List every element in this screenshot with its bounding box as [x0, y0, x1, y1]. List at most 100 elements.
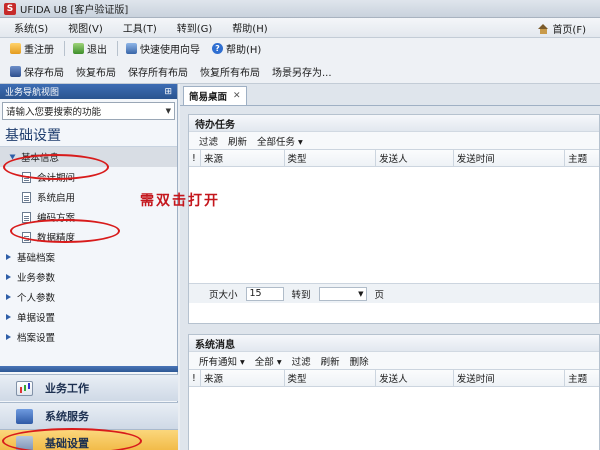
column-header-subject[interactable]: 主题: [565, 150, 599, 166]
page-size-label: 页大小: [209, 289, 238, 301]
column-header-priority[interactable]: !: [189, 150, 201, 166]
menu-system[interactable]: 系统(S): [14, 20, 48, 35]
collapse-arrow-icon[interactable]: [6, 314, 11, 320]
close-icon[interactable]: ✕: [233, 91, 241, 101]
document-icon: [22, 231, 31, 243]
save-all-layouts-button[interactable]: 保存所有布局: [126, 62, 190, 81]
tree-group-personal-params[interactable]: 个人参数: [0, 287, 177, 307]
business-work-button[interactable]: 业务工作: [0, 374, 178, 401]
tree-item-coding-scheme[interactable]: 编码方案: [0, 207, 177, 227]
business-nav-panel: 业务导航视图 ⊞ 请输入您要搜索的功能 ▼ 基础设置 基本信息 会计期间 系统启…: [0, 84, 178, 450]
settings-icon: [16, 435, 33, 450]
restore-all-layouts-button[interactable]: 恢复所有布局: [198, 62, 262, 81]
all-notices-dropdown[interactable]: 所有通知 ▾: [199, 354, 245, 368]
column-header-type[interactable]: 类型: [285, 150, 377, 166]
restore-all-layouts-label: 恢复所有布局: [200, 67, 260, 79]
tree-group-business-params[interactable]: 业务参数: [0, 267, 177, 287]
column-header-sender[interactable]: 发送人: [376, 150, 454, 166]
tree-label: 单据设置: [17, 313, 56, 324]
column-header-send-time[interactable]: 发送时间: [454, 150, 566, 166]
delete-button[interactable]: 删除: [350, 354, 369, 368]
todo-toolbar: 过滤 刷新 全部任务 ▾: [189, 132, 599, 149]
todo-pager: 页大小 15 转到 ▼ 页: [189, 283, 599, 303]
tree-group-document-settings[interactable]: 单据设置: [0, 307, 177, 327]
function-search-input[interactable]: 请输入您要搜索的功能 ▼: [2, 102, 175, 120]
collapse-arrow-icon[interactable]: [6, 334, 11, 340]
menu-tools[interactable]: 工具(T): [123, 20, 157, 35]
column-header-send-time[interactable]: 发送时间: [454, 370, 566, 386]
tree-item-basic-info[interactable]: 基本信息: [0, 147, 177, 167]
column-header-priority[interactable]: !: [189, 370, 201, 386]
tree-label: 档案设置: [17, 333, 56, 344]
filter-button[interactable]: 过滤: [199, 134, 218, 148]
tree-label: 个人参数: [17, 293, 56, 304]
tree-label: 数据精度: [37, 233, 76, 244]
expand-arrow-icon[interactable]: [9, 154, 16, 160]
main-workspace: 简易桌面 ✕ 待办任务 过滤 刷新 全部任务 ▾ ! 来源 类型 发送人 发送时…: [180, 84, 600, 450]
nav-button-label: 系统服务: [45, 410, 89, 423]
app-logo-icon: S: [4, 2, 16, 15]
restore-layout-label: 恢复布局: [76, 67, 116, 79]
toolbar-separator: [117, 41, 118, 56]
tree-group-basic-archives[interactable]: 基础档案: [0, 247, 177, 267]
guide-icon: [126, 43, 137, 54]
tab-strip: 简易桌面 ✕: [180, 84, 600, 106]
nav-button-label: 基础设置: [45, 437, 89, 450]
tree-item-accounting-period[interactable]: 会计期间: [0, 167, 177, 187]
help-button[interactable]: ? 帮助(H): [210, 39, 263, 58]
exit-button[interactable]: 退出: [71, 39, 109, 58]
all-dropdown[interactable]: 全部 ▾: [255, 354, 282, 368]
messages-grid-body: [189, 387, 599, 447]
tree-item-data-precision[interactable]: 数据精度: [0, 227, 177, 247]
column-header-type[interactable]: 类型: [285, 370, 377, 386]
save-layout-button[interactable]: 保存布局: [8, 62, 66, 81]
tab-simple-desktop[interactable]: 简易桌面 ✕: [183, 86, 247, 105]
tree-group-archive-settings[interactable]: 档案设置: [0, 327, 177, 347]
document-icon: [22, 191, 31, 203]
window-title: UFIDA U8 [客户验证版]: [20, 5, 129, 16]
nav-section-title: 基础设置: [0, 123, 177, 147]
all-tasks-dropdown[interactable]: 全部任务 ▾: [257, 134, 303, 148]
todo-tasks-title: 待办任务: [189, 115, 599, 132]
restore-layout-button[interactable]: 恢复布局: [74, 62, 118, 81]
column-header-source[interactable]: 来源: [201, 370, 285, 386]
system-service-button[interactable]: 系统服务: [0, 402, 178, 429]
column-header-sender[interactable]: 发送人: [376, 370, 454, 386]
search-placeholder: 请输入您要搜索的功能: [6, 107, 102, 118]
filter-button[interactable]: 过滤: [292, 354, 311, 368]
help-icon: ?: [212, 43, 223, 54]
goto-page-select[interactable]: ▼: [318, 286, 367, 301]
panel-splitter[interactable]: [0, 366, 178, 372]
menu-bar: 系统(S) 视图(V) 工具(T) 转到(G) 帮助(H) 首页(F): [0, 18, 600, 38]
page-size-value: 15: [249, 288, 262, 299]
save-scene-as-button[interactable]: 场景另存为...: [270, 62, 334, 81]
re-register-button[interactable]: 重注册: [8, 39, 56, 58]
dropdown-arrow-icon[interactable]: ▼: [166, 107, 171, 115]
home-icon: [538, 23, 549, 34]
menu-view[interactable]: 视图(V): [68, 20, 103, 35]
collapse-arrow-icon[interactable]: [6, 254, 11, 260]
document-icon: [22, 171, 31, 183]
refresh-button[interactable]: 刷新: [321, 354, 340, 368]
quick-guide-button[interactable]: 快速使用向导: [124, 39, 202, 58]
menu-help[interactable]: 帮助(H): [232, 20, 267, 35]
pin-icon[interactable]: ⊞: [164, 87, 172, 97]
page-size-input[interactable]: 15: [245, 286, 284, 301]
tree-label: 编码方案: [37, 213, 76, 224]
menu-goto[interactable]: 转到(G): [177, 20, 213, 35]
toolbar-separator: [64, 41, 65, 56]
save-all-layouts-label: 保存所有布局: [128, 67, 188, 79]
basic-settings-button[interactable]: 基础设置: [0, 429, 178, 450]
column-header-source[interactable]: 来源: [201, 150, 285, 166]
collapse-arrow-icon[interactable]: [6, 274, 11, 280]
system-service-icon: [16, 408, 33, 424]
collapse-arrow-icon[interactable]: [6, 294, 11, 300]
nav-button-label: 业务工作: [45, 382, 89, 395]
tab-label: 简易桌面: [189, 92, 228, 103]
todo-tasks-panel: 待办任务 过滤 刷新 全部任务 ▾ ! 来源 类型 发送人 发送时间 主题 页大…: [188, 114, 600, 324]
column-header-subject[interactable]: 主题: [565, 370, 599, 386]
refresh-button[interactable]: 刷新: [228, 134, 247, 148]
homepage-button[interactable]: 首页(F): [538, 21, 586, 36]
goto-label: 转到: [291, 289, 311, 301]
quick-guide-label: 快速使用向导: [140, 45, 200, 56]
